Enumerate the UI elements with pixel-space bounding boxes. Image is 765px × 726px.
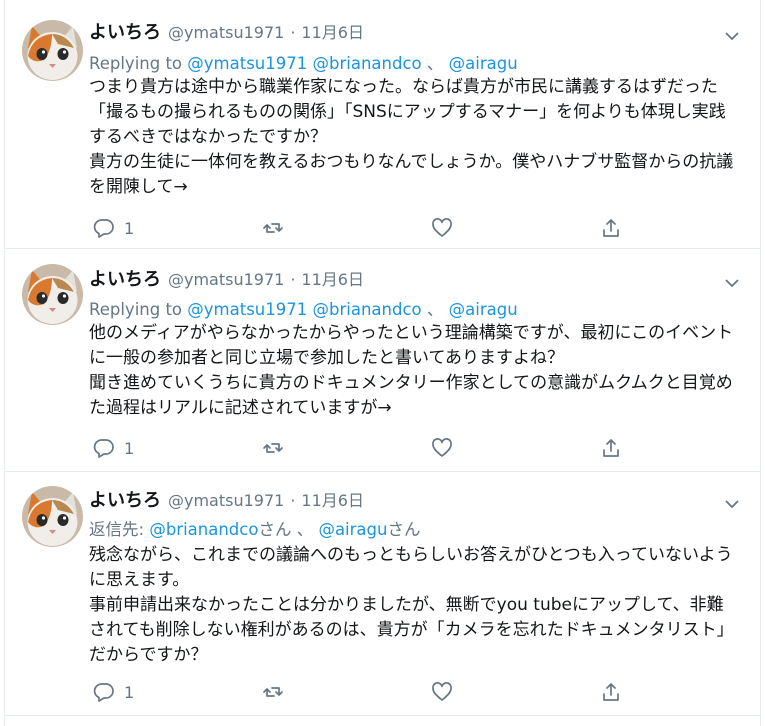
avatar[interactable]	[22, 20, 83, 81]
share-button[interactable]	[600, 435, 622, 461]
replying-to: Replying to @ymatsu1971 @brianandco 、 @a…	[89, 296, 730, 320]
avatar[interactable]	[22, 264, 83, 325]
action-bar: 1	[87, 435, 720, 461]
tweet-paragraph: 事前申請出来なかったことは分かりましたが、無断でyou tubeにアップして、非…	[89, 595, 734, 665]
cat-avatar	[22, 264, 83, 325]
tweet-paragraph: 残念ながら、これまでの議論へのもっともらしいお答えがひとつも入っていないように思…	[89, 545, 733, 590]
retweet-button[interactable]	[262, 215, 284, 241]
reply-button[interactable]: 1	[93, 215, 134, 241]
action-bar: 1	[87, 215, 720, 241]
tweet-text: 残念ながら、これまでの議論へのもっともらしいお答えがひとつも入っていないように思…	[89, 543, 739, 668]
reply-button[interactable]: 1	[93, 679, 134, 705]
reply-count: 1	[124, 438, 135, 458]
tweet-header: よいちろ @ymatsu1971 · 11月6日	[89, 18, 720, 46]
tweet[interactable]: よいちろ @ymatsu1971 · 11月6日 Replying to @ym…	[5, 249, 760, 472]
reply-button[interactable]: 1	[93, 435, 134, 461]
share-icon	[603, 683, 619, 701]
mention-link[interactable]: @airagu	[449, 54, 518, 73]
tweet-text: 他のメディアがやらなかったからやったという理論構築ですが、最初にこのイベントに一…	[89, 321, 739, 421]
retweet-button[interactable]	[262, 679, 284, 705]
tweet[interactable]: よいちろ @ymatsu1971 · 11月6日 返信先: @brianandc…	[5, 472, 760, 716]
display-name[interactable]: よいちろ	[89, 265, 161, 291]
tweet[interactable]: よいちろ @ymatsu1971 · 11月6日 Replying to @ym…	[5, 0, 760, 249]
replying-to-label: 返信先:	[89, 520, 145, 539]
reply-separator: 、	[296, 520, 314, 539]
like-button[interactable]	[431, 435, 453, 461]
tweet-text: つまり貴方は途中から職業作家になった。ならば貴方が市民に講義するはずだった「撮る…	[89, 75, 739, 200]
replying-to-label: Replying to	[89, 54, 183, 73]
share-button[interactable]	[600, 679, 622, 705]
tweet-paragraph: 聞き進めていくうちに貴方のドキュメンタリー作家としての意識がムクムクと目覚めた過…	[89, 373, 733, 418]
retweet-icon	[263, 443, 283, 453]
reply-count: 1	[124, 218, 135, 238]
user-handle[interactable]: @ymatsu1971	[168, 491, 284, 510]
timestamp[interactable]: 11月6日	[301, 266, 364, 290]
tweet-header: よいちろ @ymatsu1971 · 11月6日	[89, 265, 720, 293]
separator-dot: ·	[290, 491, 296, 510]
tweet-paragraph: 貴方の生徒に一体何を教えるおつもりなんでしょうか。僕やハナブサ監督からの抗議を開…	[89, 152, 734, 197]
replying-to-label: Replying to	[89, 300, 183, 319]
mention-suffix: さん	[258, 520, 292, 539]
heart-icon	[432, 682, 452, 701]
retweet-icon	[263, 223, 283, 233]
user-handle[interactable]: @ymatsu1971	[168, 270, 284, 289]
action-bar: 1	[87, 679, 720, 705]
retweet-icon	[263, 687, 283, 697]
like-button[interactable]	[431, 679, 453, 705]
reply-count: 1	[124, 682, 135, 702]
share-icon	[603, 439, 619, 457]
tweet-paragraph: つまり貴方は途中から職業作家になった。ならば貴方が市民に講義するはずだった「撮る…	[89, 77, 726, 147]
mention-suffix: さん	[387, 520, 421, 539]
mention-link[interactable]: @ymatsu1971	[187, 300, 307, 319]
mention-link[interactable]: @brianandco	[313, 54, 422, 73]
share-icon	[603, 219, 619, 237]
retweet-button[interactable]	[262, 435, 284, 461]
like-button[interactable]	[431, 215, 453, 241]
heart-icon	[432, 218, 452, 237]
reply-separator: 、	[426, 54, 444, 73]
user-handle[interactable]: @ymatsu1971	[168, 23, 284, 42]
reply-separator: 、	[426, 300, 444, 319]
reply-icon	[93, 439, 114, 458]
timeline: よいちろ @ymatsu1971 · 11月6日 Replying to @ym…	[4, 0, 761, 726]
share-button[interactable]	[600, 215, 622, 241]
timestamp[interactable]: 11月6日	[301, 487, 364, 511]
tweet-header: よいちろ @ymatsu1971 · 11月6日	[89, 486, 720, 514]
cat-avatar	[22, 20, 83, 81]
reply-icon	[93, 683, 114, 702]
chevron-down-icon[interactable]	[724, 27, 740, 41]
separator-dot: ·	[290, 23, 296, 42]
display-name[interactable]: よいちろ	[89, 486, 161, 512]
separator-dot: ·	[290, 270, 296, 289]
mention-link[interactable]: @brianandco	[313, 300, 422, 319]
reply-icon	[93, 219, 114, 238]
mention-link[interactable]: @brianandco	[149, 520, 258, 539]
heart-icon	[432, 438, 452, 457]
tweet-paragraph: 他のメディアがやらなかったからやったという理論構築ですが、最初にこのイベントに一…	[89, 323, 734, 368]
cat-avatar	[22, 486, 83, 547]
chevron-down-icon[interactable]	[724, 274, 740, 288]
chevron-down-icon[interactable]	[724, 495, 740, 509]
mention-link[interactable]: @airagu	[449, 300, 518, 319]
timestamp[interactable]: 11月6日	[301, 19, 364, 43]
mention-link[interactable]: @ymatsu1971	[187, 54, 307, 73]
avatar[interactable]	[22, 486, 83, 547]
display-name[interactable]: よいちろ	[89, 18, 161, 44]
replying-to: Replying to @ymatsu1971 @brianandco 、 @a…	[89, 50, 730, 74]
replying-to: 返信先: @brianandcoさん 、 @airaguさん	[89, 516, 730, 540]
mention-link[interactable]: @airagu	[318, 520, 387, 539]
